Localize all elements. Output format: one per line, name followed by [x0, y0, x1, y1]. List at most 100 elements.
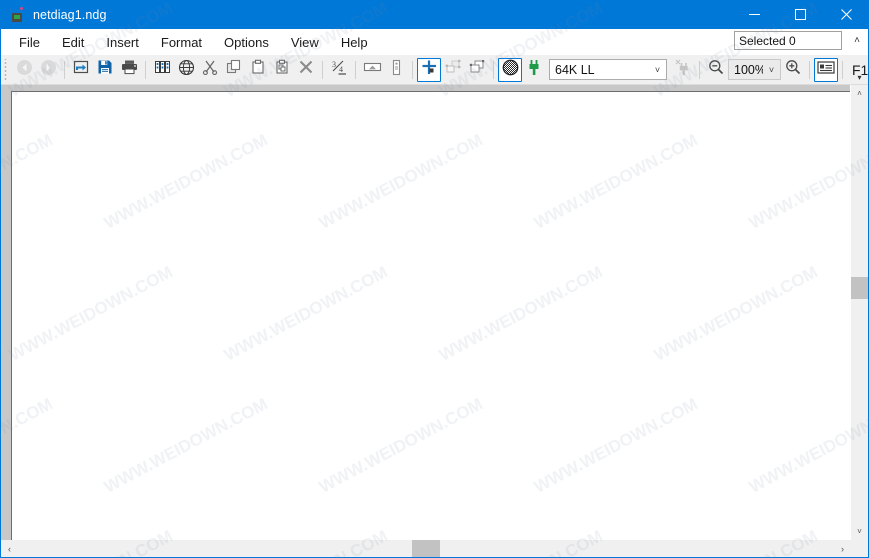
chevron-down-icon: ˅ — [768, 64, 775, 75]
fraction-text-icon: 3 4 — [331, 59, 348, 80]
title-bar: netdiag1.ndg — [0, 0, 869, 29]
paste-special-button[interactable] — [270, 58, 294, 82]
cross-delete-icon — [298, 59, 314, 80]
plug-disconnect-icon — [675, 59, 692, 81]
horizontal-scrollbar[interactable]: ‹ › — [1, 540, 868, 557]
horizontal-scroll-thumb[interactable] — [412, 540, 440, 557]
scroll-left-button[interactable]: ‹ — [1, 540, 18, 557]
cut-button[interactable] — [198, 58, 222, 82]
toolbar-separator — [355, 60, 356, 79]
toolbar-separator — [412, 60, 413, 79]
label-button[interactable] — [360, 58, 384, 82]
open-button[interactable] — [69, 58, 93, 82]
disconnect-button[interactable] — [671, 58, 695, 82]
ungroup-button[interactable] — [465, 58, 489, 82]
zoom-level-value: 100% — [734, 62, 763, 77]
floppy-disk-icon — [97, 59, 113, 80]
scroll-down-button[interactable]: ˅ — [851, 523, 868, 540]
mesh-circle-icon — [502, 59, 519, 81]
zoom-out-button[interactable] — [704, 58, 728, 82]
toolbar-separator — [809, 60, 810, 79]
text-style-button[interactable]: 3 4 — [327, 58, 351, 82]
building-icon — [154, 59, 171, 80]
forward-button[interactable] — [36, 58, 60, 82]
minimize-button[interactable] — [731, 0, 777, 29]
arrow-left-circle-icon — [16, 59, 33, 81]
svg-text:4: 4 — [339, 65, 343, 74]
green-plug-icon — [527, 59, 541, 81]
cloud-mesh-button[interactable] — [498, 57, 522, 82]
magnifier-plus-icon — [785, 59, 801, 80]
scrollbar-corner — [851, 540, 868, 557]
insert-node-button[interactable] — [417, 57, 441, 82]
save-button[interactable] — [93, 58, 117, 82]
protocol-select[interactable]: 64K LL ˅ — [549, 59, 667, 80]
scroll-up-button[interactable]: ˄ — [851, 85, 868, 102]
vertical-scroll-track[interactable] — [851, 102, 868, 523]
network-button[interactable] — [174, 58, 198, 82]
menu-item-insert[interactable]: Insert — [95, 32, 150, 53]
copy-button[interactable] — [222, 58, 246, 82]
toolbar-separator — [493, 60, 494, 79]
toolbar-separator — [322, 60, 323, 79]
menu-item-help[interactable]: Help — [330, 32, 379, 53]
menu-item-edit[interactable]: Edit — [51, 32, 95, 53]
paste-special-icon — [274, 59, 291, 80]
copy-icon — [226, 59, 242, 80]
rack-unit-icon — [392, 59, 401, 81]
crosshair-node-icon — [421, 59, 438, 81]
site-button[interactable] — [150, 58, 174, 82]
maximize-button[interactable] — [777, 0, 823, 29]
toolbar-separator — [64, 60, 65, 79]
globe-icon — [178, 59, 195, 81]
open-folder-icon — [73, 59, 90, 80]
group-button[interactable] — [441, 58, 465, 82]
menu-bar: File Edit Insert Format Options View Hel… — [1, 29, 868, 55]
menu-item-options[interactable]: Options — [213, 32, 280, 53]
window-controls — [731, 0, 869, 29]
connect-button[interactable] — [522, 58, 546, 82]
canvas-padding — [1, 85, 850, 540]
menu-item-format[interactable]: Format — [150, 32, 213, 53]
network-device-icon — [9, 6, 25, 23]
vertical-scrollbar[interactable]: ˄ ˅ — [850, 85, 868, 540]
menu-item-file[interactable]: File — [8, 32, 51, 53]
back-button[interactable] — [12, 58, 36, 82]
vertical-scroll-thumb[interactable] — [851, 277, 868, 299]
vertical-bar-button[interactable] — [384, 58, 408, 82]
menu-item-view[interactable]: View — [280, 32, 330, 53]
label-tag-icon — [363, 60, 382, 79]
window-title: netdiag1.ndg — [33, 7, 107, 22]
toolbar-gripper[interactable] — [3, 58, 10, 81]
protocol-select-value: 64K LL — [555, 62, 595, 77]
svg-text:3: 3 — [332, 60, 336, 69]
paste-button[interactable] — [246, 58, 270, 82]
zoom-in-button[interactable] — [781, 58, 805, 82]
menubar-scroll-up-button[interactable]: ˄ — [849, 31, 865, 50]
scroll-right-button[interactable]: › — [834, 540, 851, 557]
toolbar-overflow-button[interactable]: ▾ — [853, 58, 866, 83]
toolbar-separator — [699, 60, 700, 79]
horizontal-scroll-track[interactable] — [18, 540, 834, 557]
selected-count-field[interactable]: Selected 0 — [734, 31, 842, 50]
client-area: File Edit Insert Format Options View Hel… — [1, 29, 868, 557]
ungroup-shapes-icon — [469, 59, 486, 80]
note-card-button[interactable] — [814, 57, 838, 82]
diagram-canvas[interactable] — [11, 91, 850, 540]
zoom-level-select[interactable]: 100% ˅ — [728, 59, 781, 80]
print-button[interactable] — [117, 58, 141, 82]
toolbar-separator — [145, 60, 146, 79]
magnifier-minus-icon — [708, 59, 724, 80]
close-button[interactable] — [823, 0, 869, 29]
chevron-down-icon: ▾ — [857, 73, 862, 82]
printer-icon — [121, 59, 138, 80]
work-area: ˄ ˅ ‹ › — [1, 85, 868, 557]
arrow-right-circle-icon — [40, 59, 57, 81]
paste-icon — [250, 59, 266, 80]
scissors-icon — [202, 59, 218, 80]
delete-button[interactable] — [294, 58, 318, 82]
group-shapes-icon — [445, 59, 462, 80]
toolbar-separator — [842, 60, 843, 79]
chevron-down-icon: ˅ — [654, 64, 661, 75]
toolbar: 3 4 64K LL ˅ 100% ˅ F1 ▾ — [1, 55, 868, 85]
